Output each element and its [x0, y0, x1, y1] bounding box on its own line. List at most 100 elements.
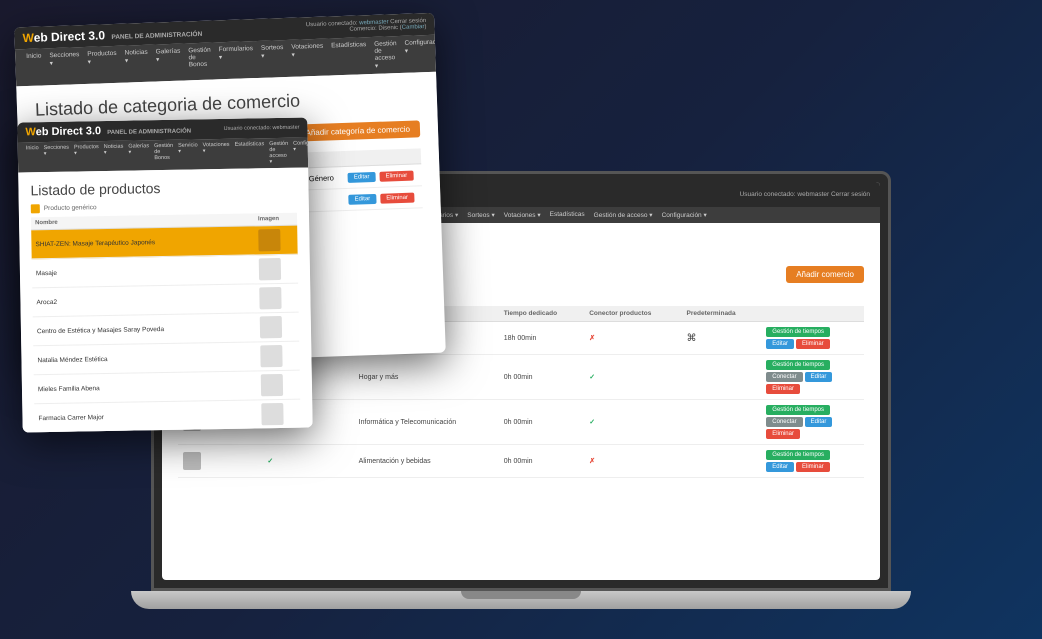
- prod-row1-img: [258, 229, 280, 251]
- prod-nav-sorteos[interactable]: Votaciones ▾: [201, 141, 232, 168]
- prod-row3-name: Aroca2: [36, 295, 259, 306]
- row2-gestion-tiempos-btn[interactable]: Gestión de tiempos: [766, 360, 830, 370]
- row3-conector: ✓: [584, 400, 681, 445]
- prod-nav-noticias[interactable]: Noticias ▾: [102, 143, 126, 169]
- col-actions: [761, 306, 864, 322]
- cat-nav-estadisticas[interactable]: Estadísticas: [328, 39, 370, 73]
- prod-row4-name: Centro de Estética y Masajes Saray Poved…: [37, 324, 260, 335]
- prod-nav-estadisticas[interactable]: Estadísticas: [232, 140, 266, 167]
- prod-row7-img: [261, 403, 283, 425]
- row3-tiempo: 0h 00min: [499, 400, 584, 445]
- cat-page-title: Listado de categoria de comercio: [35, 86, 419, 120]
- laptop-base: [131, 591, 911, 609]
- filter-label: Producto genérico: [44, 204, 97, 212]
- list-item: Mieles Familia Abena: [34, 371, 300, 405]
- cat-logo: Web Direct 3.0 PANEL DE ADMINISTRACIÓN: [22, 25, 202, 45]
- prod-nav-servicio[interactable]: Servicio ▾: [176, 141, 200, 167]
- prod-body: Listado de productos Producto genérico N…: [18, 167, 312, 432]
- prod-row4-img: [260, 316, 282, 338]
- stores-user-info: Usuario conectado: webmaster Cerrar sesi…: [740, 191, 870, 198]
- row3-editar-btn[interactable]: Editar: [805, 417, 833, 427]
- row2-conector: ✓: [584, 355, 681, 400]
- cat-user-info: Usuario conectado: webmaster Cerrar sesi…: [306, 18, 427, 34]
- prod-nav-inicio[interactable]: Inicio: [24, 144, 41, 170]
- cat-row1-editar-btn[interactable]: Editar: [348, 172, 376, 183]
- row2-editar-btn[interactable]: Editar: [805, 372, 833, 382]
- nav-sorteos[interactable]: Sorteos ▾: [463, 209, 498, 221]
- row1-editar-btn[interactable]: Editar: [766, 339, 794, 349]
- prod-row3-img: [259, 287, 281, 309]
- col-tiempo: Tiempo dedicado: [499, 306, 584, 322]
- cat-nav-formularios[interactable]: Formularios ▾: [215, 43, 256, 77]
- cat-nav-bono[interactable]: Gestión de Bonos: [185, 44, 215, 78]
- cat-add-button[interactable]: Añadir categoría de comercio: [295, 120, 420, 141]
- row1-gestion-tiempos-btn[interactable]: Gestión de tiempos: [766, 327, 830, 337]
- cat-row1-eliminar-btn[interactable]: Eliminar: [379, 171, 413, 182]
- row4-editar-btn[interactable]: Editar: [766, 462, 794, 472]
- row2-tiempo: 0h 00min: [499, 355, 584, 400]
- list-item: Farmacia Carrer Major: [34, 400, 300, 433]
- cat-nav-galerias[interactable]: Galerías ▾: [153, 46, 185, 80]
- nav-votaciones[interactable]: Votaciones ▾: [500, 209, 545, 221]
- cat-nav-configuracion[interactable]: Configuración ▾: [401, 36, 436, 71]
- prod-row5-name: Natalia Méndez Estética: [37, 353, 260, 364]
- list-item: Natalia Méndez Estética: [33, 342, 299, 376]
- row4-nombre: [216, 445, 263, 478]
- prod-col-nombre: Nombre: [35, 216, 258, 226]
- row3-eliminar-btn[interactable]: Eliminar: [766, 429, 800, 439]
- row2-categoria: Hogar y más: [354, 355, 499, 400]
- prod-nav-bono[interactable]: Gestión de Bonos: [152, 142, 175, 168]
- row4-thumb: [178, 445, 216, 478]
- row4-actions: Gestión de tiempos Editar Eliminar: [761, 445, 864, 478]
- cat-row2-eliminar-btn[interactable]: Eliminar: [380, 193, 414, 204]
- prod-logo: Web Direct 3.0 PANEL DE ADMINISTRACIÓN: [25, 124, 191, 139]
- row2-predeterminada: [682, 355, 762, 400]
- row3-predeterminada: [682, 400, 762, 445]
- stores-add-button[interactable]: Añadir comercio: [786, 266, 864, 283]
- nav-gestion-acceso[interactable]: Gestión de acceso ▾: [590, 209, 657, 221]
- row1-tiempo: 18h 00min: [499, 322, 584, 355]
- prod-col-img: Imagen: [258, 216, 293, 223]
- row3-actions: Gestión de tiempos Conectar Editar Elimi…: [761, 400, 864, 445]
- row4-conector: ✗: [584, 445, 681, 478]
- cat-nav-acceso[interactable]: Gestión de acceso ▾: [371, 38, 401, 72]
- row3-categoria: Informática y Telecomunicación: [354, 400, 499, 445]
- prod-nav-productos[interactable]: Productos ▾: [72, 143, 101, 169]
- prod-nav-acceso[interactable]: Gestión de acceso ▾: [267, 140, 290, 166]
- row4-eliminar-btn[interactable]: Eliminar: [796, 462, 830, 472]
- nav-configuracion[interactable]: Configuración ▾: [658, 209, 711, 221]
- row1-predeterminada: ⌘: [682, 322, 762, 355]
- cat-nav-noticias[interactable]: Noticias ▾: [121, 47, 151, 81]
- row1-eliminar-btn[interactable]: Eliminar: [796, 339, 830, 349]
- prod-nav-galerias[interactable]: Galerías ▾: [126, 142, 151, 168]
- cat-nav-inicio[interactable]: Inicio: [23, 50, 45, 84]
- row3-gestion-tiempos-btn[interactable]: Gestión de tiempos: [766, 405, 830, 415]
- cat-nav-secciones[interactable]: Secciones ▾: [46, 49, 83, 83]
- prod-nav-configuracion[interactable]: Configuración ▾: [291, 139, 308, 166]
- prod-row1-name: SHIAT-ZEN: Masaje Terapéutico Japonés: [35, 237, 258, 248]
- prod-nav-secciones[interactable]: Secciones ▾: [42, 144, 72, 171]
- row2-conectar-btn[interactable]: Conectar: [766, 372, 802, 382]
- prod-row2-img: [259, 258, 281, 280]
- cat-row2-editar-btn[interactable]: Editar: [348, 194, 376, 205]
- cat-nav-votaciones[interactable]: Votaciones ▾: [288, 41, 327, 75]
- cat-nav-productos[interactable]: Productos ▾: [84, 48, 120, 82]
- cat-row2-actions: Editar Eliminar: [342, 186, 423, 211]
- list-item: Centro de Estética y Masajes Saray Poved…: [33, 313, 299, 347]
- cat-row1-actions: Editar Eliminar: [341, 164, 422, 189]
- row4-gestion-tiempos-btn[interactable]: Gestión de tiempos: [766, 450, 830, 460]
- prod-user-info: Usuario conectado: webmaster: [224, 125, 300, 132]
- nav-estadisticas[interactable]: Estadísticas: [546, 209, 589, 221]
- row3-conectar-btn[interactable]: Conectar: [766, 417, 802, 427]
- col-conector: Conector productos: [584, 306, 681, 322]
- list-item: Aroca2: [32, 284, 298, 318]
- prod-row2-name: Masaje: [36, 266, 259, 277]
- prod-row6-img: [261, 374, 283, 396]
- filter-color-badge: [31, 204, 40, 213]
- cat-nav-sorteos[interactable]: Sorteos ▾: [258, 42, 288, 76]
- row1-conector: ✗: [584, 322, 681, 355]
- row4-categoria: Alimentación y bebidas: [354, 445, 499, 478]
- list-item: SHIAT-ZEN: Masaje Terapéutico Japonés: [31, 226, 297, 260]
- row2-eliminar-btn[interactable]: Eliminar: [766, 384, 800, 394]
- row1-actions: Gestión de tiempos Editar Eliminar: [761, 322, 864, 355]
